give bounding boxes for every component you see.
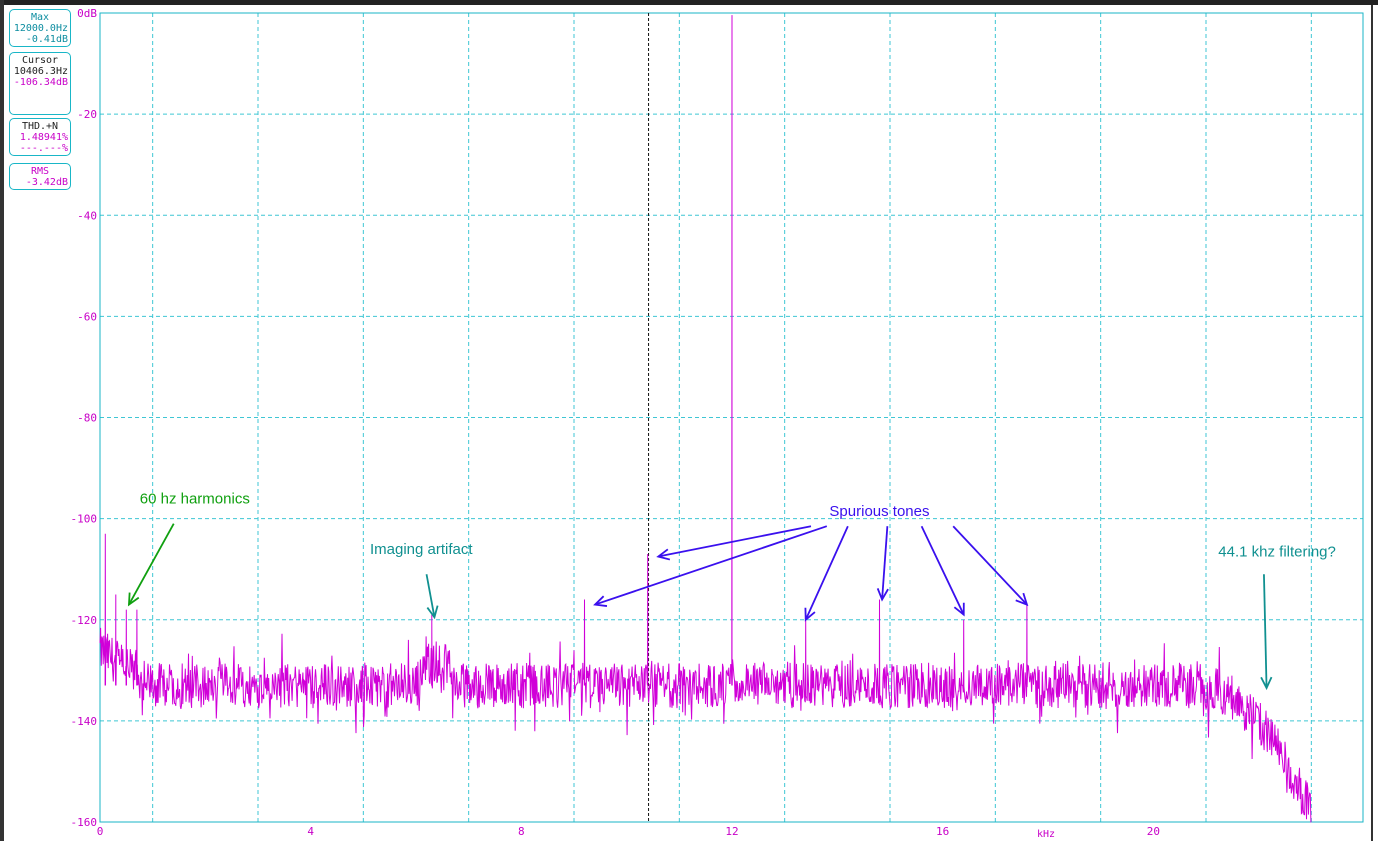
y-tick-label: 0dB (77, 7, 97, 20)
max-readout: Max 12000.0Hz -0.41dB (9, 9, 71, 47)
x-tick-label: 8 (518, 825, 525, 838)
cursor-title: Cursor (21, 55, 59, 66)
top-bar (0, 0, 1378, 5)
left-bar (0, 0, 4, 841)
x-tick-label: 4 (307, 825, 314, 838)
y-tick-label: -140 (71, 715, 98, 728)
spectrum-chart: 0dB -20 -40 -60 -80 -100 -120 -140 -160 0 4 8 12 16 2… (0, 0, 1378, 841)
max-level: -0.41dB (25, 34, 68, 45)
x-axis-label: kHz (1037, 829, 1055, 840)
y-tick-label: -80 (77, 412, 97, 425)
y-tick-label: -60 (77, 310, 97, 323)
thd-readout: THD.+N 1.48941% ---.---% (9, 118, 71, 156)
window-border (0, 0, 1378, 841)
thd-value-secondary: ---.---% (19, 143, 68, 154)
max-title: Max (30, 12, 50, 23)
max-frequency: 12000.0Hz (13, 23, 68, 34)
thd-value: 1.48941% (19, 132, 68, 143)
x-tick-label: 0 (97, 825, 104, 838)
x-tick-label: 20 (1147, 825, 1160, 838)
rms-readout: RMS -3.42dB (9, 163, 71, 190)
y-tick-label: -160 (71, 816, 98, 829)
annotation-label: 60 hz harmonics (140, 490, 250, 507)
cursor-level: -106.34dB (13, 77, 68, 88)
y-tick-label: -100 (71, 513, 98, 526)
thd-title: THD.+N (21, 121, 59, 132)
y-tick-label: -120 (71, 614, 98, 627)
cursor-frequency: 10406.3Hz (13, 66, 68, 77)
cursor-readout: Cursor 10406.3Hz -106.34dB (9, 52, 71, 115)
y-tick-label: -40 (77, 209, 97, 222)
y-tick-label: -20 (77, 108, 97, 121)
annotation-label: Spurious tones (829, 503, 929, 520)
x-tick-label: 16 (936, 825, 949, 838)
x-tick-label: 12 (725, 825, 738, 838)
annotation-label: Imaging artifact (370, 541, 473, 558)
rms-title: RMS (30, 166, 50, 177)
annotation-label: 44.1 khz filtering? (1218, 544, 1336, 561)
rms-value: -3.42dB (25, 177, 68, 188)
